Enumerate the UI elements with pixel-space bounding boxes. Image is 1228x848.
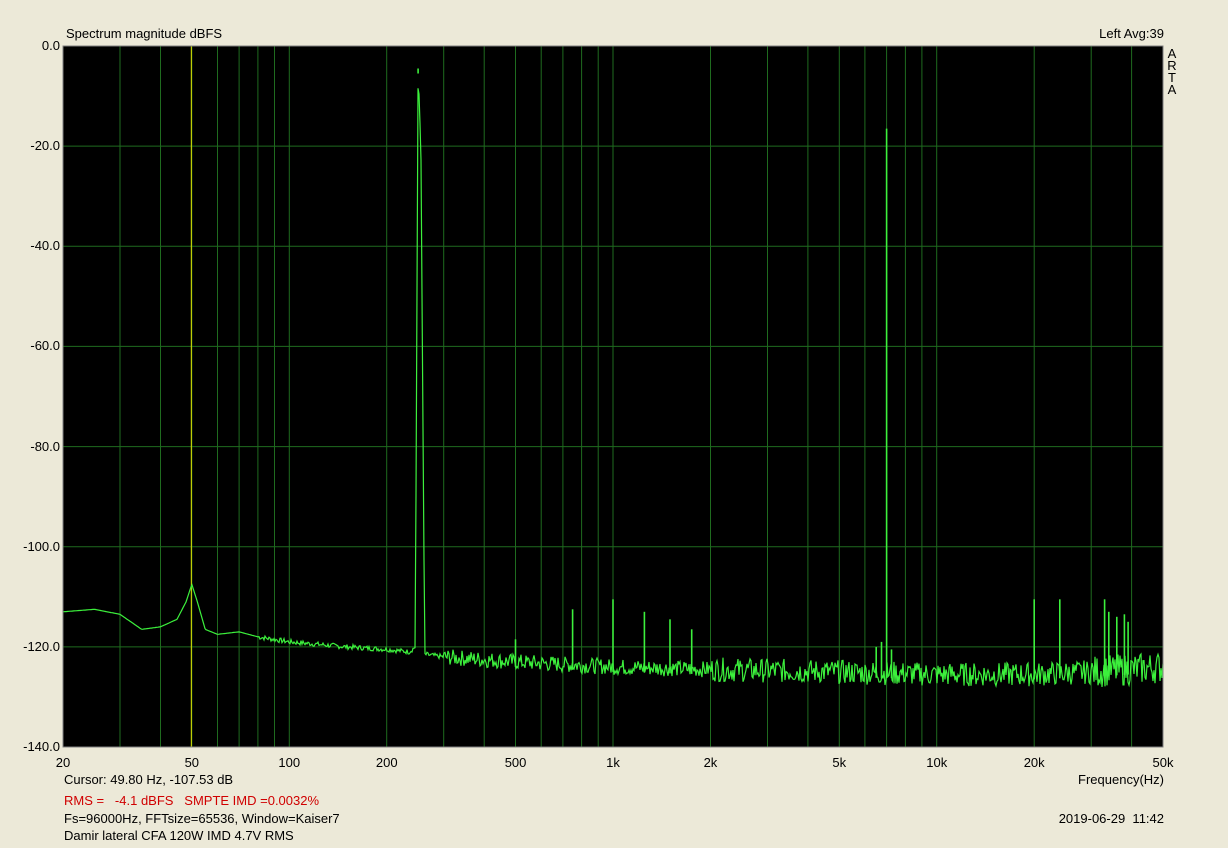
rms-imd-readout: RMS = -4.1 dBFS SMPTE IMD =0.0032% — [64, 793, 320, 808]
arta-letter: A — [1167, 82, 1177, 97]
x-tick-label: 1k — [606, 755, 620, 770]
x-tick-label: 100 — [278, 755, 301, 770]
y-tick-label: 0.0 — [41, 38, 60, 53]
y-tick-label: -40.0 — [30, 238, 60, 254]
x-tick-label: 200 — [375, 755, 398, 770]
cursor-readout: Cursor: 49.80 Hz, -107.53 dB — [64, 772, 234, 787]
measurement-description: Damir lateral CFA 120W IMD 4.7V RMS — [64, 828, 294, 843]
x-axis-title: Frequency(Hz) — [1078, 772, 1164, 787]
y-tick-label: -100.0 — [23, 538, 60, 554]
y-tick-label: -140.0 — [23, 739, 60, 754]
x-tick-label: 2k — [703, 755, 718, 770]
x-tick-label: 5k — [832, 755, 847, 770]
spectrum-chart — [62, 45, 1164, 748]
channel-avg-label: Left Avg:39 — [1099, 26, 1164, 41]
chart-title: Spectrum magnitude dBFS — [66, 26, 223, 41]
x-tick-label: 10k — [926, 755, 948, 770]
x-tick-label: 500 — [504, 755, 527, 770]
y-tick-label: -80.0 — [30, 438, 60, 454]
y-tick-label: -120.0 — [23, 638, 60, 654]
x-tick-label: 20 — [55, 755, 71, 770]
timestamp: 2019-06-29 11:42 — [1058, 811, 1164, 826]
x-tick-label: 20k — [1023, 755, 1045, 770]
arta-logo: A R T A — [1166, 47, 1178, 97]
x-tick-label: 50 — [184, 755, 200, 770]
x-tick-label: 50k — [1152, 755, 1174, 770]
y-tick-label: -60.0 — [30, 338, 60, 354]
fft-settings: Fs=96000Hz, FFTsize=65536, Window=Kaiser… — [64, 811, 340, 826]
y-tick-label: -20.0 — [30, 138, 60, 154]
